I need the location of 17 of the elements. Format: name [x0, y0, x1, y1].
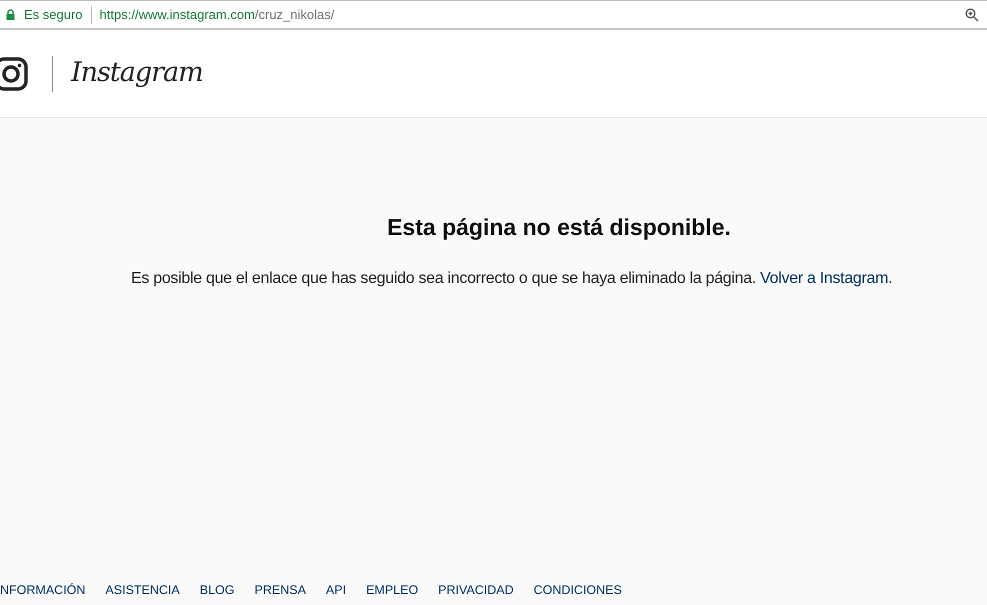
- footer-link[interactable]: BLOG: [200, 580, 234, 600]
- error-title: Esta página no está disponible.: [386, 213, 732, 242]
- url-field[interactable]: https://www.instagram.com/cruz_nikolas/: [100, 4, 965, 24]
- back-link[interactable]: Volver a Instagram.: [760, 270, 892, 286]
- footer-link[interactable]: PRENSA: [254, 580, 306, 600]
- footer-link[interactable]: CONDICIONES: [534, 580, 622, 600]
- camera-icon[interactable]: [0, 56, 30, 90]
- error-message: Es posible que el enlace que has seguido sea incorrecto o que se haya eliminado la página. Volver a Instagram.: [131, 268, 894, 288]
- footer-link[interactable]: NFORMACIÓN: [0, 580, 86, 600]
- security-label: Es seguro: [24, 6, 83, 24]
- footer-link[interactable]: EMPLEO: [366, 580, 418, 600]
- instagram-wordmark[interactable]: Instagram: [71, 53, 203, 94]
- footer-link[interactable]: PRIVACIDAD: [438, 580, 514, 600]
- lock-icon: [6, 9, 15, 20]
- footer-link[interactable]: ASISTENCIA: [105, 580, 180, 600]
- footer-link[interactable]: API: [326, 580, 346, 600]
- zoom-icon[interactable]: [965, 8, 979, 22]
